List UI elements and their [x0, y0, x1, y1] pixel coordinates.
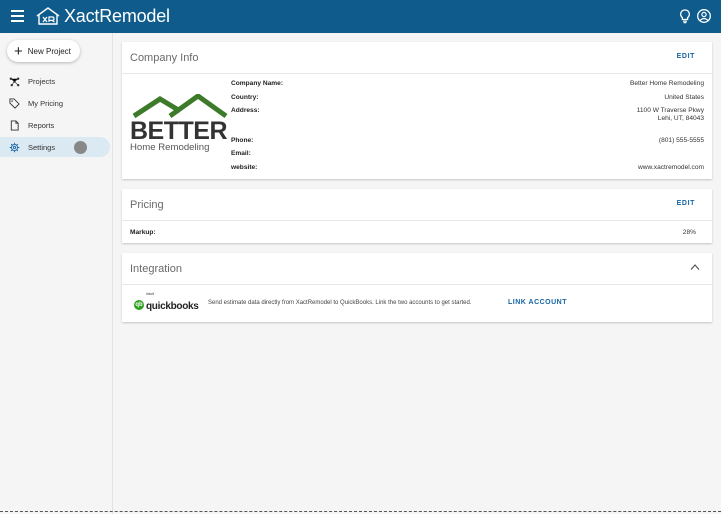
address-label: Address:: [231, 107, 260, 114]
address-line1: 1100 W Traverse Pkwy: [636, 107, 704, 114]
company-name-label: Company Name:: [231, 80, 284, 87]
country-label: Country:: [231, 94, 259, 101]
integration-card: Integration qb intuit quickbooks Send es…: [122, 253, 712, 322]
cursor-indicator: [74, 140, 87, 154]
sidebar: + New Project Projects My Pricing Report…: [0, 33, 113, 514]
email-label: Email:: [231, 150, 251, 157]
card-title: Company Info: [130, 52, 199, 64]
chevron-up-icon[interactable]: [690, 263, 700, 271]
new-project-label: New Project: [27, 46, 71, 56]
account-icon[interactable]: [696, 8, 712, 24]
quickbooks-logo: qb intuit quickbooks: [134, 292, 199, 314]
edit-company-info-button[interactable]: EDIT: [677, 53, 695, 60]
gear-icon: [9, 142, 20, 152]
website-value: www.xactremodel.com: [638, 164, 704, 171]
pricing-card: Pricing EDIT Markup: 28%: [122, 189, 712, 243]
company-logo: BETTER Home Remodeling: [130, 94, 228, 156]
logo-subtitle: Home Remodeling: [130, 142, 210, 153]
markup-value: 28%: [682, 229, 696, 236]
card-header: Pricing EDIT: [122, 189, 712, 221]
phone-value: (801) 555-5555: [658, 137, 704, 144]
sidebar-item-label: Settings: [28, 142, 56, 152]
house-logo-icon: [36, 7, 60, 25]
link-account-button[interactable]: LINK ACCOUNT: [508, 299, 567, 306]
tag-icon: [9, 97, 20, 109]
address-line2: Lehi, UT, 84043: [657, 115, 704, 122]
sidebar-item-settings[interactable]: Settings: [0, 137, 110, 157]
sidebar-item-label: My Pricing: [28, 98, 64, 108]
sidebar-item-projects[interactable]: Projects: [0, 71, 110, 91]
new-project-button[interactable]: + New Project: [7, 40, 80, 62]
app-logo[interactable]: XactRemodel: [36, 6, 170, 26]
company-name-value: Better Home Remodeling: [629, 80, 704, 87]
sidebar-item-label: Projects: [28, 76, 56, 86]
plus-icon: +: [14, 42, 23, 60]
edit-pricing-button[interactable]: EDIT: [677, 200, 695, 207]
bottom-divider: [0, 511, 721, 512]
report-icon: [10, 119, 19, 131]
quickbooks-icon: qb: [134, 300, 144, 310]
company-info-card: Company Info EDIT BETTER Home Remodeling…: [122, 42, 712, 179]
quickbooks-wordmark: quickbooks: [146, 301, 199, 312]
menu-icon[interactable]: [11, 10, 24, 22]
intuit-label: intuit: [146, 292, 155, 296]
app-header: XactRemodel: [0, 0, 721, 33]
app-title: XactRemodel: [64, 5, 170, 26]
card-title: Integration: [130, 263, 182, 275]
card-title: Pricing: [130, 199, 164, 211]
phone-label: Phone:: [231, 137, 254, 144]
projects-icon: [9, 77, 20, 86]
sidebar-item-my-pricing[interactable]: My Pricing: [0, 93, 110, 113]
lightbulb-icon[interactable]: [677, 8, 693, 24]
card-header: Company Info EDIT: [122, 42, 712, 74]
logo-word: BETTER: [130, 117, 228, 145]
integration-description: Send estimate data directly from XactRem…: [208, 300, 472, 306]
country-value: United States: [664, 94, 704, 101]
website-label: website:: [231, 164, 258, 171]
card-header[interactable]: Integration: [122, 253, 712, 285]
markup-label: Markup:: [130, 229, 156, 236]
sidebar-item-reports[interactable]: Reports: [0, 115, 110, 135]
sidebar-item-label: Reports: [28, 120, 55, 130]
